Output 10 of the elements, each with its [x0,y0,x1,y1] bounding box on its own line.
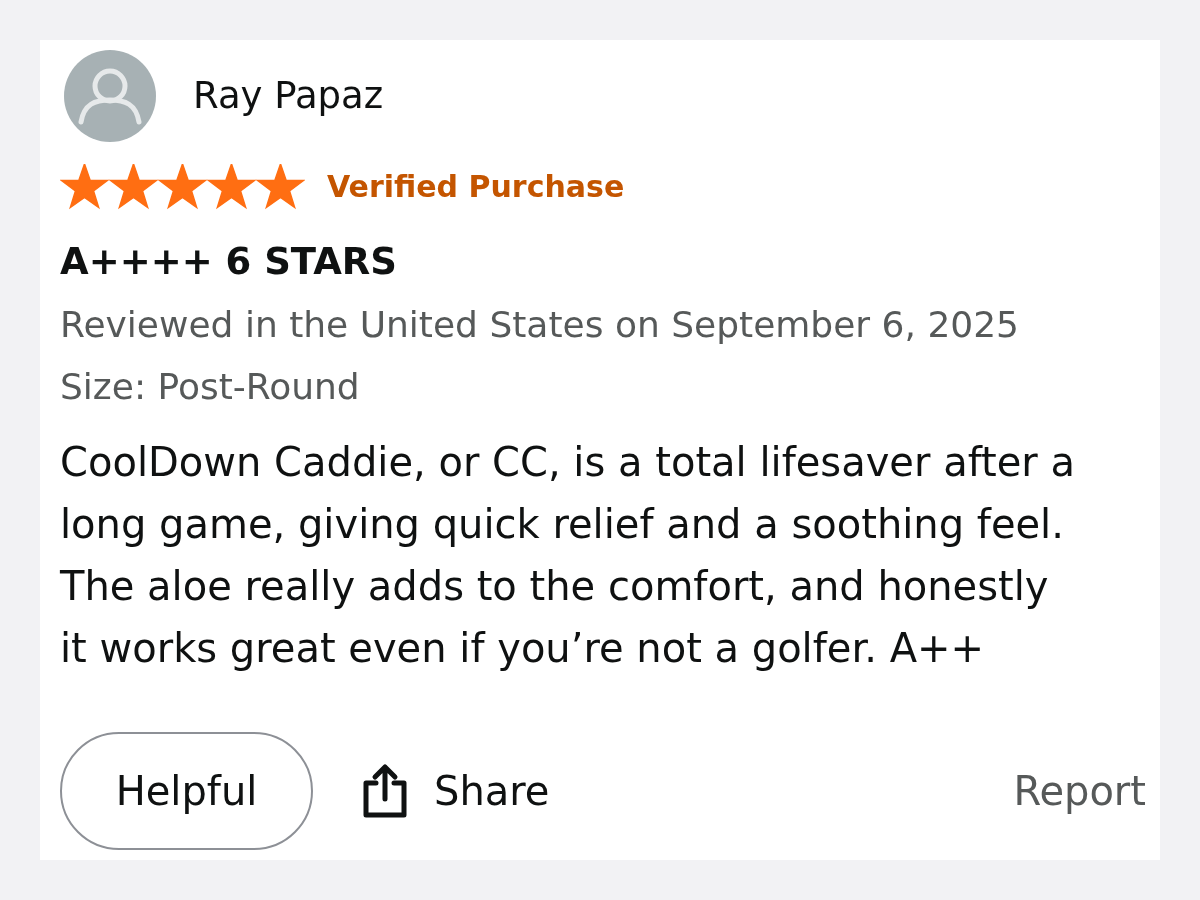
review-date: Reviewed in the United States on September 6, 2025 [60,303,1020,347]
verified-purchase-label: Verified Purchase [327,168,625,206]
report-link[interactable]: Report [1013,768,1146,814]
helpful-button[interactable]: Helpful [60,732,313,850]
size-variant: Size: Post-Round [60,365,361,409]
review-title: A++++ 6 STARS [60,239,398,285]
review-text: CoolDown Caddie, or CC, is a total lifesaver after a long game, giving quick relief and a soothing feel. The aloe really adds to the comfort, and honestly it works great even if you’re not a golfer. A++ [60,438,1076,673]
reviewer-name: Ray Papaz [193,73,384,119]
share-button[interactable]: Share [360,763,550,819]
avatar-icon [64,50,156,142]
